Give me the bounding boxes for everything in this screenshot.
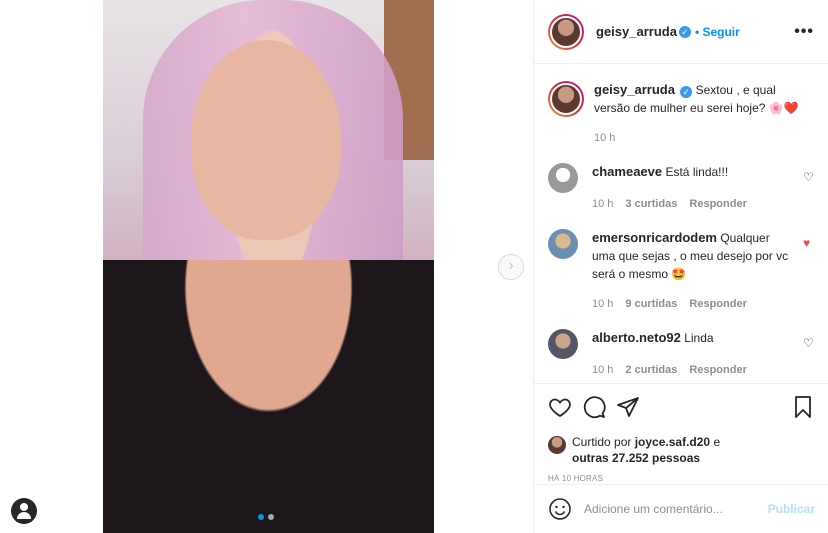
heart-icon[interactable]	[548, 395, 572, 419]
liker-username[interactable]: joyce.saf.d20	[635, 435, 710, 449]
action-icons	[548, 394, 815, 420]
comment-author[interactable]: chameaeve	[592, 164, 662, 179]
emoji-icon[interactable]	[548, 497, 572, 521]
post-actions: Curtido por joyce.saf.d20 e outras 27.25…	[534, 383, 828, 483]
reply-button[interactable]: Responder	[689, 195, 746, 213]
like-comment-icon[interactable]: ♡	[803, 337, 815, 349]
photo-lower	[103, 260, 434, 533]
comment-icon[interactable]	[582, 395, 606, 419]
caption: geisy_arruda ✓ Sextou , e qual versão de…	[548, 81, 815, 147]
comment-author[interactable]: alberto.neto92	[592, 330, 681, 345]
likes-summary: Curtido por joyce.saf.d20 e outras 27.25…	[548, 434, 815, 466]
liker-avatar[interactable]	[548, 436, 566, 454]
list-item: alberto.neto92 Linda 10 h 2 curtidas Res…	[548, 329, 815, 379]
post-media: ›	[0, 0, 533, 533]
comment-meta: 10 h 2 curtidas Responder	[592, 361, 793, 379]
comment-input[interactable]	[584, 502, 768, 516]
post-sidebar: geisy_arruda ✓ • Seguir ••• geisy_arruda…	[533, 0, 828, 533]
likes-others[interactable]: outras 27.252 pessoas	[572, 451, 700, 465]
liked-heart-icon[interactable]: ♥	[803, 237, 815, 249]
carousel-indicator	[258, 514, 274, 520]
post-photo[interactable]	[103, 0, 434, 533]
likes-prefix: Curtido por	[572, 435, 632, 449]
reply-button[interactable]: Responder	[689, 295, 746, 313]
comments-list[interactable]: geisy_arruda ✓ Sextou , e qual versão de…	[534, 65, 828, 383]
post-header: geisy_arruda ✓ • Seguir •••	[534, 0, 828, 64]
follow-button[interactable]: • Seguir	[695, 25, 740, 39]
caption-avatar[interactable]	[548, 81, 584, 117]
commenter-avatar[interactable]	[548, 229, 578, 259]
add-comment-bar: Publicar	[534, 484, 828, 533]
comment-time[interactable]: 10 h	[592, 295, 613, 313]
publish-button[interactable]: Publicar	[768, 502, 815, 516]
verified-icon: ✓	[680, 86, 693, 98]
caption-time[interactable]: 10 h	[594, 129, 615, 147]
list-item: emersonricardodem Qualquer uma que sejas…	[548, 229, 815, 313]
comment-author[interactable]: emersonricardodem	[592, 230, 717, 245]
author-username[interactable]: geisy_arruda	[596, 24, 677, 39]
share-icon[interactable]	[616, 395, 640, 419]
likes-conjunction: e	[713, 435, 721, 449]
comment-likes[interactable]: 2 curtidas	[625, 361, 677, 379]
bookmark-icon[interactable]	[791, 395, 815, 419]
commenter-avatar[interactable]	[548, 329, 578, 359]
comment-meta: 10 h 9 curtidas Responder	[592, 295, 793, 313]
comment-text: Linda	[684, 331, 714, 345]
comment-meta: 10 h 3 curtidas Responder	[592, 195, 793, 213]
comment-likes[interactable]: 9 curtidas	[625, 295, 677, 313]
chevron-right-icon[interactable]: ›	[498, 254, 524, 280]
more-options-icon[interactable]: •••	[794, 23, 814, 41]
like-comment-icon[interactable]: ♡	[803, 171, 815, 183]
author-avatar[interactable]	[548, 13, 584, 50]
carousel-dot-1	[258, 514, 264, 520]
carousel-dot-2	[268, 514, 274, 520]
reply-button[interactable]: Responder	[689, 361, 746, 379]
commenter-avatar[interactable]	[548, 163, 578, 193]
list-item: chameaeve Está linda!!! 10 h 3 curtidas …	[548, 163, 815, 213]
photo-face	[191, 40, 341, 240]
comment-time[interactable]: 10 h	[592, 361, 613, 379]
comment-text: Está linda!!!	[665, 165, 729, 179]
comment-likes[interactable]: 3 curtidas	[625, 195, 677, 213]
verified-icon: ✓	[678, 25, 691, 38]
caption-meta: 10 h	[594, 129, 815, 147]
tagged-user-icon[interactable]	[11, 498, 37, 524]
post-timestamp[interactable]: HÁ 10 HORAS	[548, 474, 815, 483]
comment-time[interactable]: 10 h	[592, 195, 613, 213]
caption-author[interactable]: geisy_arruda	[594, 82, 675, 97]
